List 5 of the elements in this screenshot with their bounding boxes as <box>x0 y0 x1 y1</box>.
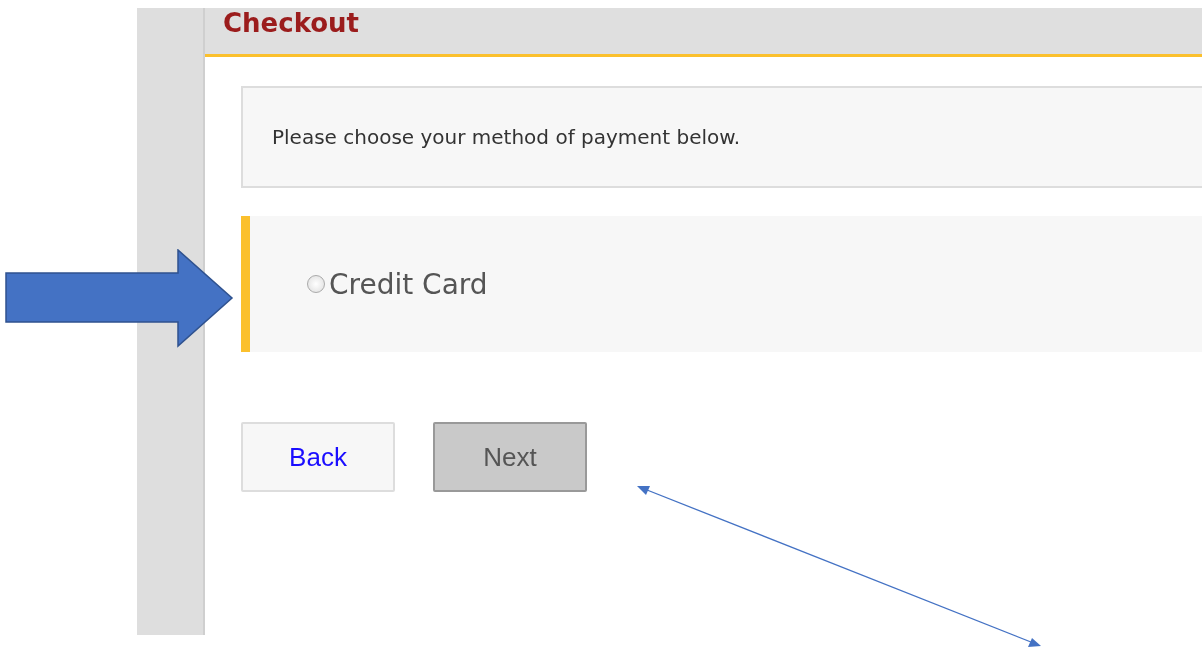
notice-text: Please choose your method of payment below. <box>272 125 741 149</box>
option-label[interactable]: Credit Card <box>329 267 488 301</box>
radio-button[interactable] <box>307 275 325 293</box>
page-title: Checkout <box>223 8 360 38</box>
back-button[interactable]: Back <box>241 422 395 492</box>
